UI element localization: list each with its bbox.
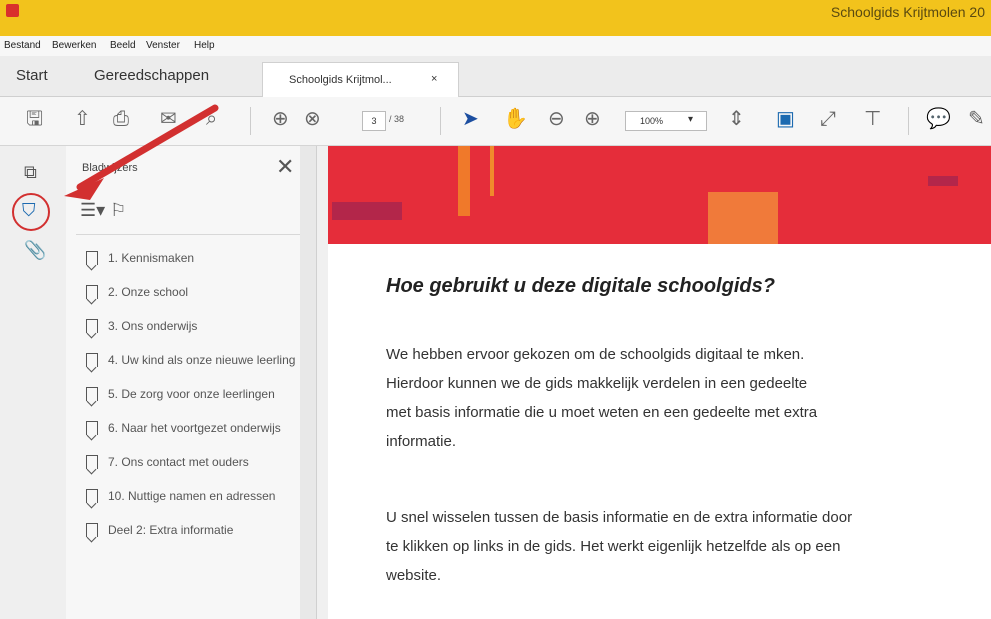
highlight-circle: [12, 193, 50, 231]
zoom-value: 100%: [640, 116, 664, 126]
panel-divider: [76, 234, 306, 235]
menu-bestand[interactable]: Bestand: [4, 40, 41, 51]
select-cursor-icon[interactable]: ➤: [462, 107, 479, 131]
panel-title: Bladwijzers: [82, 162, 138, 174]
tab-document[interactable]: Schoolgids Krijtmol... ×: [262, 62, 459, 97]
toolbar-separator: [250, 107, 251, 135]
menu-beeld[interactable]: Beeld: [110, 40, 136, 51]
document-heading: Hoe gebruikt u deze digitale schoolgids?: [386, 275, 775, 297]
bookmark-icon: [86, 523, 98, 537]
toolbar: 🖫 ⇧ ⎙ ✉ ⌕ ⊕ ⊗ 3 / 38 ➤ ✋ ⊖ ⊕ 100% ▾ ⇕ ▣ …: [0, 97, 991, 146]
title-bar: Schoolgids Krijtmolen 20: [0, 0, 991, 36]
bookmark-item[interactable]: 6. Naar het voortgezet onderwijs: [86, 420, 306, 436]
banner-shape: [458, 146, 470, 216]
bookmark-item[interactable]: 2. Onze school: [86, 284, 306, 300]
bookmark-options-icon[interactable]: ☰▾ ⚐: [80, 200, 126, 221]
page-number-input[interactable]: 3: [362, 111, 386, 131]
zoom-out-icon[interactable]: ⊖: [548, 107, 565, 131]
hand-tool-icon[interactable]: ✋: [503, 107, 528, 131]
close-tab-icon[interactable]: ×: [431, 73, 437, 85]
print-icon[interactable]: ⎙: [113, 107, 129, 131]
tab-bar: Start Gereedschappen Schoolgids Krijtmol…: [0, 56, 991, 97]
page-view-icon[interactable]: ▣: [776, 107, 795, 131]
email-icon[interactable]: ✉: [160, 107, 177, 131]
fit-page-icon[interactable]: ⇕: [728, 107, 745, 131]
bookmark-icon: [86, 285, 98, 299]
bookmark-item[interactable]: 5. De zorg voor onze leerlingen: [86, 386, 306, 402]
panel-scrollbar[interactable]: [300, 146, 316, 619]
comment-icon[interactable]: 💬: [926, 107, 951, 131]
toolbar-separator: [440, 107, 441, 135]
bookmark-icon: [86, 319, 98, 333]
zoom-select[interactable]: 100% ▾: [625, 111, 707, 131]
pen-icon[interactable]: ✎: [968, 107, 985, 131]
presentation-icon[interactable]: ⊤: [864, 107, 881, 131]
menu-bar: Bestand Bewerken Beeld Venster Help: [0, 36, 991, 56]
bookmark-icon: [86, 353, 98, 367]
bookmark-item[interactable]: 7. Ons contact met ouders: [86, 454, 306, 470]
banner-shape: [332, 202, 402, 220]
bookmark-item[interactable]: 4. Uw kind als onze nieuwe leerling: [86, 352, 306, 368]
bookmark-icon: [86, 455, 98, 469]
chevron-down-icon: ▾: [688, 114, 694, 125]
bookmark-icon: [86, 387, 98, 401]
acrobat-icon: [6, 4, 19, 17]
document-tab-label: Schoolgids Krijtmol...: [289, 74, 392, 86]
bookmark-icon: [86, 489, 98, 503]
attachment-icon[interactable]: 📎: [24, 240, 46, 261]
bookmark-icon: [86, 421, 98, 435]
bookmark-item[interactable]: 10. Nuttige namen en adressen: [86, 488, 306, 504]
menu-help[interactable]: Help: [194, 40, 215, 51]
menu-bewerken[interactable]: Bewerken: [52, 40, 96, 51]
menu-venster[interactable]: Venster: [146, 40, 180, 51]
search-icon[interactable]: ⌕: [206, 107, 217, 131]
close-panel-icon[interactable]: ✕: [276, 154, 294, 180]
window-title: Schoolgids Krijtmolen 20: [830, 4, 985, 20]
bookmark-item[interactable]: Deel 2: Extra informatie: [86, 522, 306, 538]
toolbar-separator: [908, 107, 909, 135]
banner-shape: [708, 192, 778, 244]
tab-gereedschappen[interactable]: Gereedschappen: [94, 67, 209, 84]
page-thumbnails-icon[interactable]: ⧉: [24, 162, 37, 183]
bookmark-list: 1. Kennismaken 2. Onze school 3. Ons ond…: [86, 250, 306, 556]
bookmark-icon: [86, 251, 98, 265]
bookmark-item[interactable]: 1. Kennismaken: [86, 250, 306, 266]
zoom-in-icon[interactable]: ⊕: [584, 107, 601, 131]
next-page-icon[interactable]: ⊗: [304, 107, 321, 131]
tab-start[interactable]: Start: [16, 67, 48, 84]
bookmarks-panel: Bladwijzers ✕ ☰▾ ⚐ 1. Kennismaken 2. Onz…: [66, 146, 317, 619]
fullscreen-icon[interactable]: ⤢: [820, 107, 836, 131]
banner-shape: [490, 146, 494, 196]
header-banner: [328, 146, 991, 244]
page-total: / 38: [389, 114, 405, 124]
previous-page-icon[interactable]: ⊕: [272, 107, 289, 131]
document-paragraph-2: U snel wisselen tussen de basis informat…: [386, 509, 853, 584]
save-icon[interactable]: 🖫: [26, 107, 43, 131]
bookmark-item[interactable]: 3. Ons onderwijs: [86, 318, 306, 334]
document-paragraph-1: We hebben ervoor gekozen om de schoolgid…: [386, 346, 818, 450]
upload-cloud-icon[interactable]: ⇧: [74, 107, 91, 131]
banner-shape: [928, 176, 958, 186]
